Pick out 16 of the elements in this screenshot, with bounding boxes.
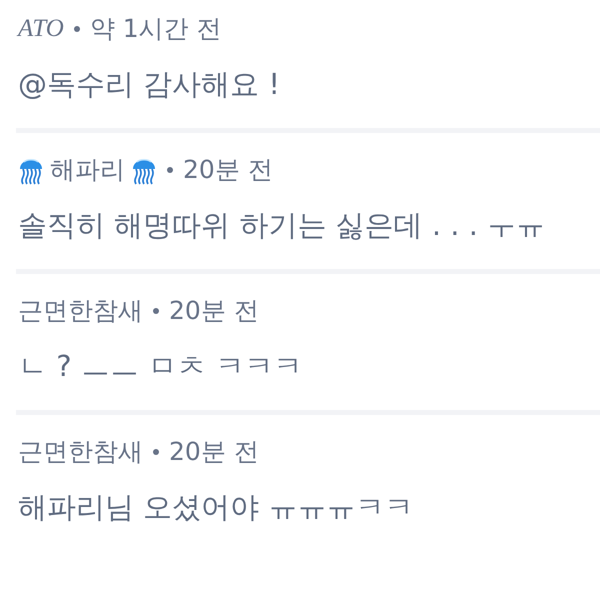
comment-text: 해파리님 오셨어야 ㅠㅠㅠㅋㅋ	[18, 489, 414, 525]
comment-time: 약 1시간 전	[90, 14, 222, 44]
separator-dot	[153, 308, 159, 314]
separator-dot	[153, 449, 159, 455]
separator-dot	[74, 26, 80, 32]
comment-time: 20분 전	[169, 437, 259, 467]
comment-time: 20분 전	[169, 296, 259, 326]
author-name[interactable]: ATO	[18, 14, 64, 44]
author-name[interactable]: 근면한참새	[18, 296, 143, 326]
author-name[interactable]: 해파리	[50, 155, 125, 185]
comment-text: ㄴ ? ㅡㅡ ㅁㅊ ㅋㅋㅋ	[18, 348, 304, 384]
comment-text: 솔직히 해명따위 하기는 싫은데 . . . ㅜㅠ	[18, 207, 546, 243]
separator-dot	[167, 167, 173, 173]
author-name[interactable]: 근면한참새	[18, 437, 143, 467]
comment-text: @독수리 감사해요 !	[18, 66, 282, 102]
comment-time: 20분 전	[183, 155, 273, 185]
